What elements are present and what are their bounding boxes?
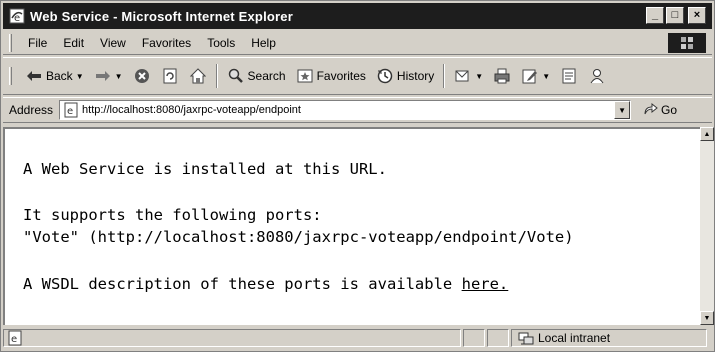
local-intranet-icon	[518, 332, 534, 345]
scroll-down-button[interactable]: ▼	[700, 311, 714, 325]
back-arrow-icon	[25, 67, 43, 85]
messenger-button[interactable]	[583, 62, 611, 90]
page-content: A Web Service is installed at this URL. …	[3, 127, 700, 325]
page-status-icon: e	[8, 330, 22, 346]
window-title: Web Service - Microsoft Internet Explore…	[30, 8, 293, 24]
refresh-button[interactable]	[156, 62, 184, 90]
search-button[interactable]: Search	[222, 62, 291, 90]
forward-button[interactable]: ▼	[89, 62, 128, 90]
maximize-button[interactable]: □	[666, 7, 684, 24]
ie-logo-icon: e	[9, 8, 25, 24]
go-arrow-icon	[641, 101, 659, 119]
wsdl-text: A WSDL description of these ports is ava…	[23, 275, 462, 293]
mail-dropdown-icon[interactable]: ▼	[475, 72, 483, 81]
minimize-button[interactable]: _	[646, 7, 664, 24]
windows-flag-icon	[681, 37, 693, 49]
address-dropdown-button[interactable]: ▼	[614, 101, 631, 119]
forward-arrow-icon	[94, 67, 112, 85]
favorites-label: Favorites	[316, 69, 366, 83]
discuss-button[interactable]	[555, 62, 583, 90]
search-label: Search	[247, 69, 286, 83]
home-icon	[189, 67, 207, 85]
back-label: Back	[46, 69, 73, 83]
back-dropdown-icon[interactable]: ▼	[76, 72, 84, 81]
svg-text:e: e	[67, 106, 73, 117]
toolbar-separator	[443, 64, 446, 88]
favorites-button[interactable]: Favorites	[291, 62, 371, 90]
svg-text:e: e	[14, 13, 20, 24]
menu-favorites[interactable]: Favorites	[134, 36, 199, 50]
status-progress-pane	[463, 329, 485, 347]
address-input[interactable]	[82, 104, 603, 116]
title-bar[interactable]: e Web Service - Microsoft Internet Explo…	[3, 3, 712, 29]
menu-tools[interactable]: Tools	[199, 36, 243, 50]
home-button[interactable]	[184, 62, 212, 90]
edit-page-icon	[521, 67, 539, 85]
svg-text:e: e	[11, 334, 17, 345]
go-label: Go	[661, 103, 678, 117]
standard-toolbar: Back ▼ ▼ Search Favorites History ▼ ▼	[3, 57, 712, 95]
stop-icon	[133, 67, 151, 85]
status-bar: e Local intranet	[3, 327, 712, 349]
wsdl-line: A WSDL description of these ports is ava…	[23, 275, 508, 294]
edit-dropdown-icon[interactable]: ▼	[542, 72, 550, 81]
menu-file[interactable]: File	[20, 36, 55, 50]
refresh-icon	[161, 67, 179, 85]
favorites-icon	[296, 67, 314, 85]
back-button[interactable]: Back ▼	[20, 62, 89, 90]
address-field[interactable]: e ▼	[59, 100, 632, 120]
menu-edit[interactable]: Edit	[55, 36, 92, 50]
wsdl-link[interactable]: here.	[462, 275, 509, 293]
status-zone-pane: Local intranet	[511, 329, 707, 347]
ports-heading: It supports the following ports:	[23, 206, 322, 224]
windows-logo-throbber	[668, 33, 706, 53]
history-button[interactable]: History	[371, 62, 439, 90]
messenger-icon	[588, 67, 606, 85]
address-label: Address	[9, 103, 54, 117]
zone-label: Local intranet	[538, 331, 611, 345]
search-icon	[227, 67, 245, 85]
status-text-pane: e	[3, 329, 461, 347]
toolbar-grip[interactable]	[9, 67, 12, 85]
mail-button[interactable]: ▼	[449, 62, 488, 90]
address-bar: Address e ▼ Go	[3, 97, 712, 123]
history-label: History	[396, 69, 435, 83]
edit-button[interactable]: ▼	[516, 62, 555, 90]
discuss-icon	[560, 67, 578, 85]
vote-port-line: "Vote" (http://localhost:8080/jaxrpc-vot…	[23, 228, 574, 246]
go-button[interactable]: Go	[641, 101, 677, 119]
scroll-up-button[interactable]: ▲	[700, 127, 714, 141]
mail-icon	[454, 67, 472, 85]
history-icon	[376, 67, 394, 85]
menu-view[interactable]: View	[92, 36, 134, 50]
menu-help[interactable]: Help	[243, 36, 284, 50]
installed-message: A Web Service is installed at this URL.	[23, 160, 387, 178]
menu-bar: File Edit View Favorites Tools Help	[3, 31, 712, 55]
toolbar-separator	[215, 64, 218, 88]
vertical-scrollbar[interactable]: ▲ ▼	[700, 127, 714, 325]
forward-dropdown-icon[interactable]: ▼	[115, 72, 123, 81]
page-icon: e	[64, 102, 78, 118]
window-controls: _ □ ×	[646, 7, 706, 24]
print-button[interactable]	[488, 62, 516, 90]
stop-button[interactable]	[128, 62, 156, 90]
status-lock-pane	[487, 329, 509, 347]
printer-icon	[493, 67, 511, 85]
close-button[interactable]: ×	[688, 7, 706, 24]
menu-grip[interactable]	[9, 33, 12, 52]
browser-window: e Web Service - Microsoft Internet Explo…	[0, 0, 715, 352]
